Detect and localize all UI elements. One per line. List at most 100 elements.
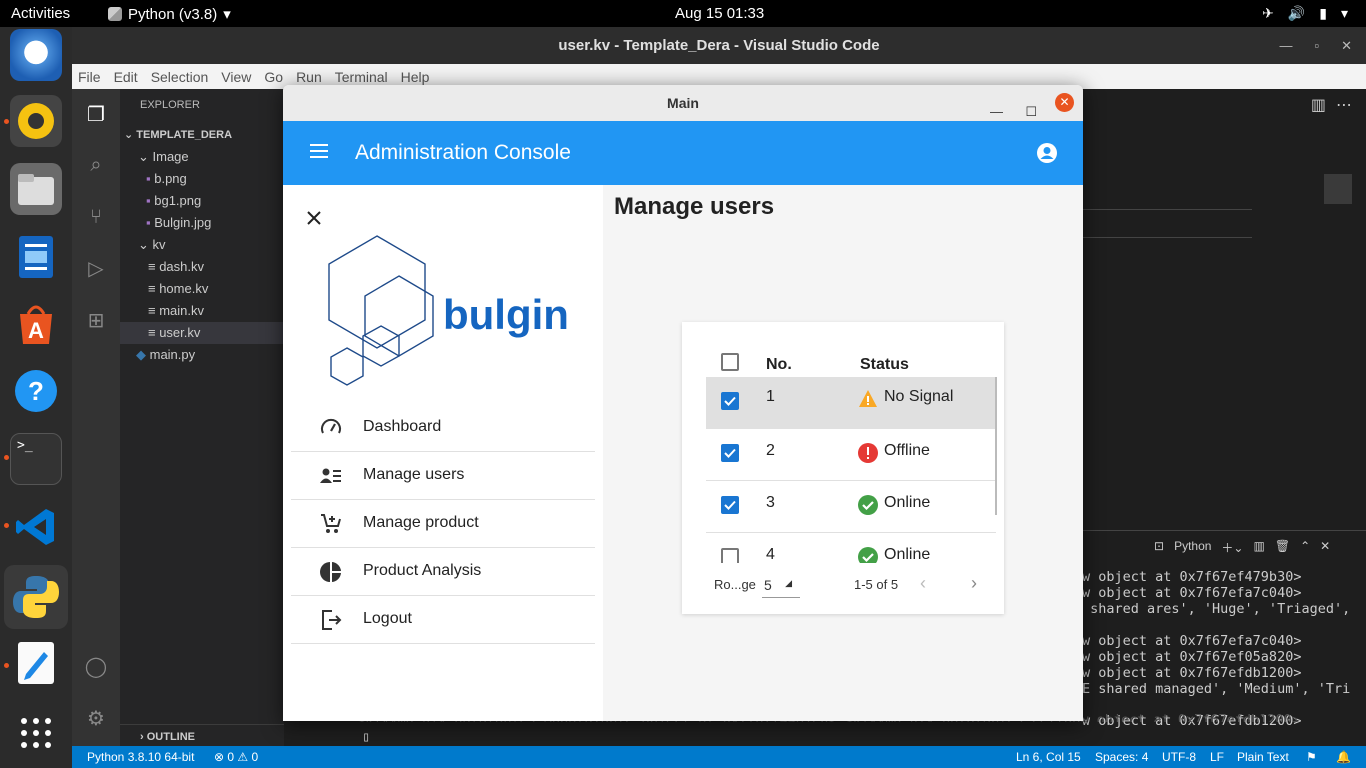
main-content: Manage users No. Status 1 No Signal 2 Of…	[603, 185, 1083, 721]
window-title: user.kv - Template_Dera - Visual Studio …	[558, 37, 880, 54]
search-icon[interactable]: ⌕	[84, 153, 108, 177]
tree-file[interactable]: ▪ Bulgin.jpg	[120, 212, 284, 234]
table-row[interactable]: 3 Online	[706, 481, 996, 533]
text-editor-icon[interactable]	[10, 637, 62, 689]
tree-file[interactable]: ▪ b.png	[120, 168, 284, 190]
status-bar: Python 3.8.10 64-bit ⊗ 0 ⚠ 0 Ln 6, Col 1…	[72, 746, 1366, 768]
indentation[interactable]: Spaces: 4	[1095, 746, 1148, 768]
activities-button[interactable]: Activities	[11, 5, 70, 22]
row-checkbox[interactable]	[721, 392, 739, 410]
page-title: Manage users	[614, 193, 775, 220]
column-header-no[interactable]: No.	[766, 356, 792, 374]
menu-edit[interactable]: Edit	[114, 69, 138, 85]
rhythmbox-icon[interactable]	[10, 95, 62, 147]
software-center-icon[interactable]: A	[10, 297, 62, 349]
terminal-icon[interactable]: >_	[10, 433, 62, 485]
row-checkbox[interactable]	[721, 548, 739, 563]
close-drawer-icon[interactable]	[307, 211, 321, 225]
menu-selection[interactable]: Selection	[151, 69, 209, 85]
tree-file[interactable]: ▪ bg1.png	[120, 190, 284, 212]
app-menu[interactable]: Python (v3.8) ▾	[108, 5, 231, 23]
add-terminal-icon[interactable]: ＋⌄	[1221, 539, 1243, 556]
split-terminal-icon[interactable]: ▥	[1253, 539, 1264, 556]
data-table: No. Status 1 No Signal 2 Offline 3 Onlin…	[682, 322, 1004, 614]
table-row[interactable]: 2 Offline	[706, 429, 996, 481]
nav-manage-product[interactable]: Manage product	[291, 500, 595, 548]
airplane-icon: ✈	[1262, 5, 1274, 21]
nav-manage-users[interactable]: Manage users	[291, 452, 595, 500]
menu-go[interactable]: Go	[264, 69, 283, 85]
row-checkbox[interactable]	[721, 444, 739, 462]
files-icon[interactable]	[10, 163, 62, 215]
explorer-icon[interactable]: ❐	[84, 103, 108, 127]
minimap[interactable]	[1324, 174, 1352, 204]
nav-product-analysis[interactable]: Product Analysis	[291, 548, 595, 596]
trash-icon[interactable]: 🗑	[1275, 539, 1290, 556]
thunderbird-icon[interactable]	[10, 29, 62, 81]
encoding[interactable]: UTF-8	[1162, 746, 1196, 768]
vscode-icon[interactable]	[10, 501, 62, 553]
cursor-position[interactable]: Ln 6, Col 15	[1016, 746, 1081, 768]
system-tray[interactable]: ✈ 🔊 ▮ ▾	[1262, 5, 1348, 22]
show-apps-icon[interactable]	[10, 707, 62, 759]
kivy-window: Main — ☐ ✕ Administration Console bulgin…	[283, 85, 1083, 721]
tree-file[interactable]: ≡ main.kv	[120, 300, 284, 322]
python-app-icon[interactable]	[4, 565, 68, 629]
extensions-icon[interactable]: ⊞	[84, 309, 108, 333]
feedback-icon[interactable]: ⚑	[1306, 746, 1317, 768]
close-icon[interactable]: ✕	[1341, 27, 1352, 64]
help-icon[interactable]: ?	[10, 365, 62, 417]
row-number: 2	[766, 442, 775, 459]
row-checkbox[interactable]	[721, 496, 739, 514]
tree-file[interactable]: ≡ home.kv	[120, 278, 284, 300]
table-row[interactable]: 4 Online	[706, 533, 996, 563]
account-icon[interactable]: ◯	[84, 655, 108, 679]
tree-file-selected[interactable]: ≡ user.kv	[120, 322, 284, 344]
close-panel-icon[interactable]: ✕	[1320, 539, 1330, 556]
text-file-icon: ≡	[148, 325, 160, 340]
menu-icon[interactable]	[310, 143, 328, 159]
column-header-status[interactable]: Status	[860, 356, 909, 374]
source-control-icon[interactable]: ⑂	[84, 205, 108, 229]
maximize-icon[interactable]: ▫	[1314, 27, 1319, 64]
nav-dashboard[interactable]: Dashboard	[291, 404, 595, 452]
tree-file[interactable]: ≡ dash.kv	[120, 256, 284, 278]
bulgin-logo: bulgin	[328, 235, 569, 386]
rows-per-page-select[interactable]: 5 ◢	[762, 574, 800, 598]
tree-file[interactable]: ◆ main.py	[120, 344, 284, 366]
dropdown-arrow-icon: ◢	[785, 578, 792, 588]
select-all-checkbox[interactable]	[721, 353, 739, 371]
menu-view[interactable]: View	[221, 69, 251, 85]
split-editor-icon[interactable]: ▥	[1311, 95, 1326, 115]
chevron-up-icon[interactable]: ⌃	[1300, 539, 1310, 556]
language-mode[interactable]: Plain Text	[1237, 746, 1289, 768]
bell-icon[interactable]: 🔔	[1336, 746, 1351, 768]
close-icon[interactable]: ✕	[1055, 93, 1074, 112]
menu-help[interactable]: Help	[401, 69, 430, 85]
previous-page-icon[interactable]: ‹	[920, 573, 926, 594]
tree-root[interactable]: ⌄ TEMPLATE_DERA	[120, 124, 284, 146]
python-interpreter[interactable]: Python 3.8.10 64-bit	[87, 746, 194, 768]
tree-root-label: TEMPLATE_DERA	[136, 129, 233, 141]
gear-icon[interactable]: ⚙	[84, 707, 108, 731]
row-status: Offline	[884, 442, 930, 459]
clock[interactable]: Aug 15 01:33	[675, 5, 764, 22]
tree-folder-image[interactable]: ⌄ Image	[120, 146, 284, 168]
line-ending[interactable]: LF	[1210, 746, 1224, 768]
more-actions-icon[interactable]: ⋯	[1336, 95, 1352, 115]
menu-file[interactable]: File	[78, 69, 101, 85]
file-label: main.kv	[159, 303, 204, 318]
row-status: No Signal	[884, 388, 954, 405]
minimize-icon[interactable]: —	[1279, 27, 1292, 64]
menu-terminal[interactable]: Terminal	[335, 69, 388, 85]
problems-indicator[interactable]: ⊗ 0 ⚠ 0	[214, 746, 258, 768]
account-circle-icon[interactable]	[1037, 143, 1057, 163]
menu-run[interactable]: Run	[296, 69, 322, 85]
writer-icon[interactable]	[10, 231, 62, 283]
nav-logout[interactable]: Logout	[291, 596, 595, 644]
table-row[interactable]: 1 No Signal	[706, 377, 996, 429]
next-page-icon[interactable]: ›	[971, 573, 977, 594]
run-debug-icon[interactable]: ▷	[84, 257, 108, 281]
table-scrollbar[interactable]	[995, 377, 997, 515]
tree-folder-kv[interactable]: ⌄ kv	[120, 234, 284, 256]
